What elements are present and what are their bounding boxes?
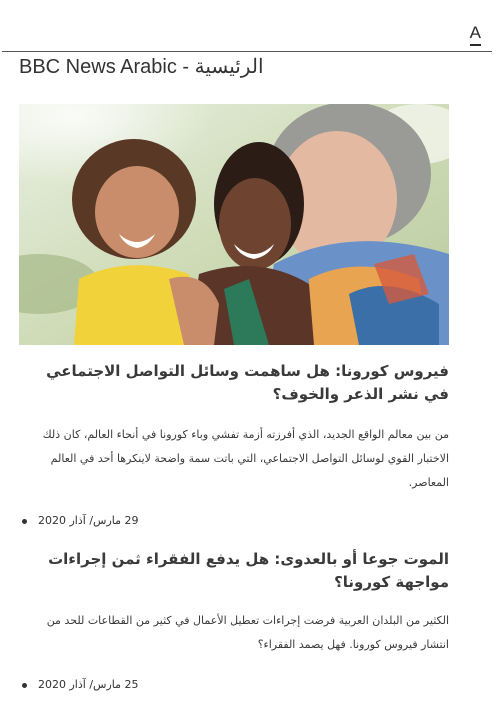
article-date-item: 29 مارس/ آذار 2020 — [19, 511, 219, 531]
family-photo-icon — [19, 104, 449, 345]
article-image[interactable] — [19, 104, 449, 345]
article-date-item: 25 مارس/ آذار 2020 — [19, 675, 219, 695]
header-divider — [2, 51, 492, 52]
article-summary: من بين معالم الواقع الجديد، الذي أفرزته … — [42, 428, 449, 489]
article-headline[interactable]: فيروس كورونا: هل ساهمت وسائل التواصل الا… — [19, 360, 449, 406]
article-date: 29 مارس/ آذار 2020 — [38, 514, 139, 527]
font-size-toggle[interactable]: A — [469, 24, 481, 46]
bullet-icon — [22, 683, 27, 688]
bullet-icon — [22, 519, 27, 524]
top-bar: A — [0, 0, 501, 52]
article-summary: الكثير من البلدان العربية فرضت إجراءات ت… — [46, 614, 449, 651]
article-headline[interactable]: الموت جوعا أو بالعدوى: هل يدفع الفقراء ث… — [19, 548, 449, 594]
article-date: 25 مارس/ آذار 2020 — [38, 678, 139, 691]
page-title: BBC News Arabic - الرئيسية — [19, 56, 264, 78]
